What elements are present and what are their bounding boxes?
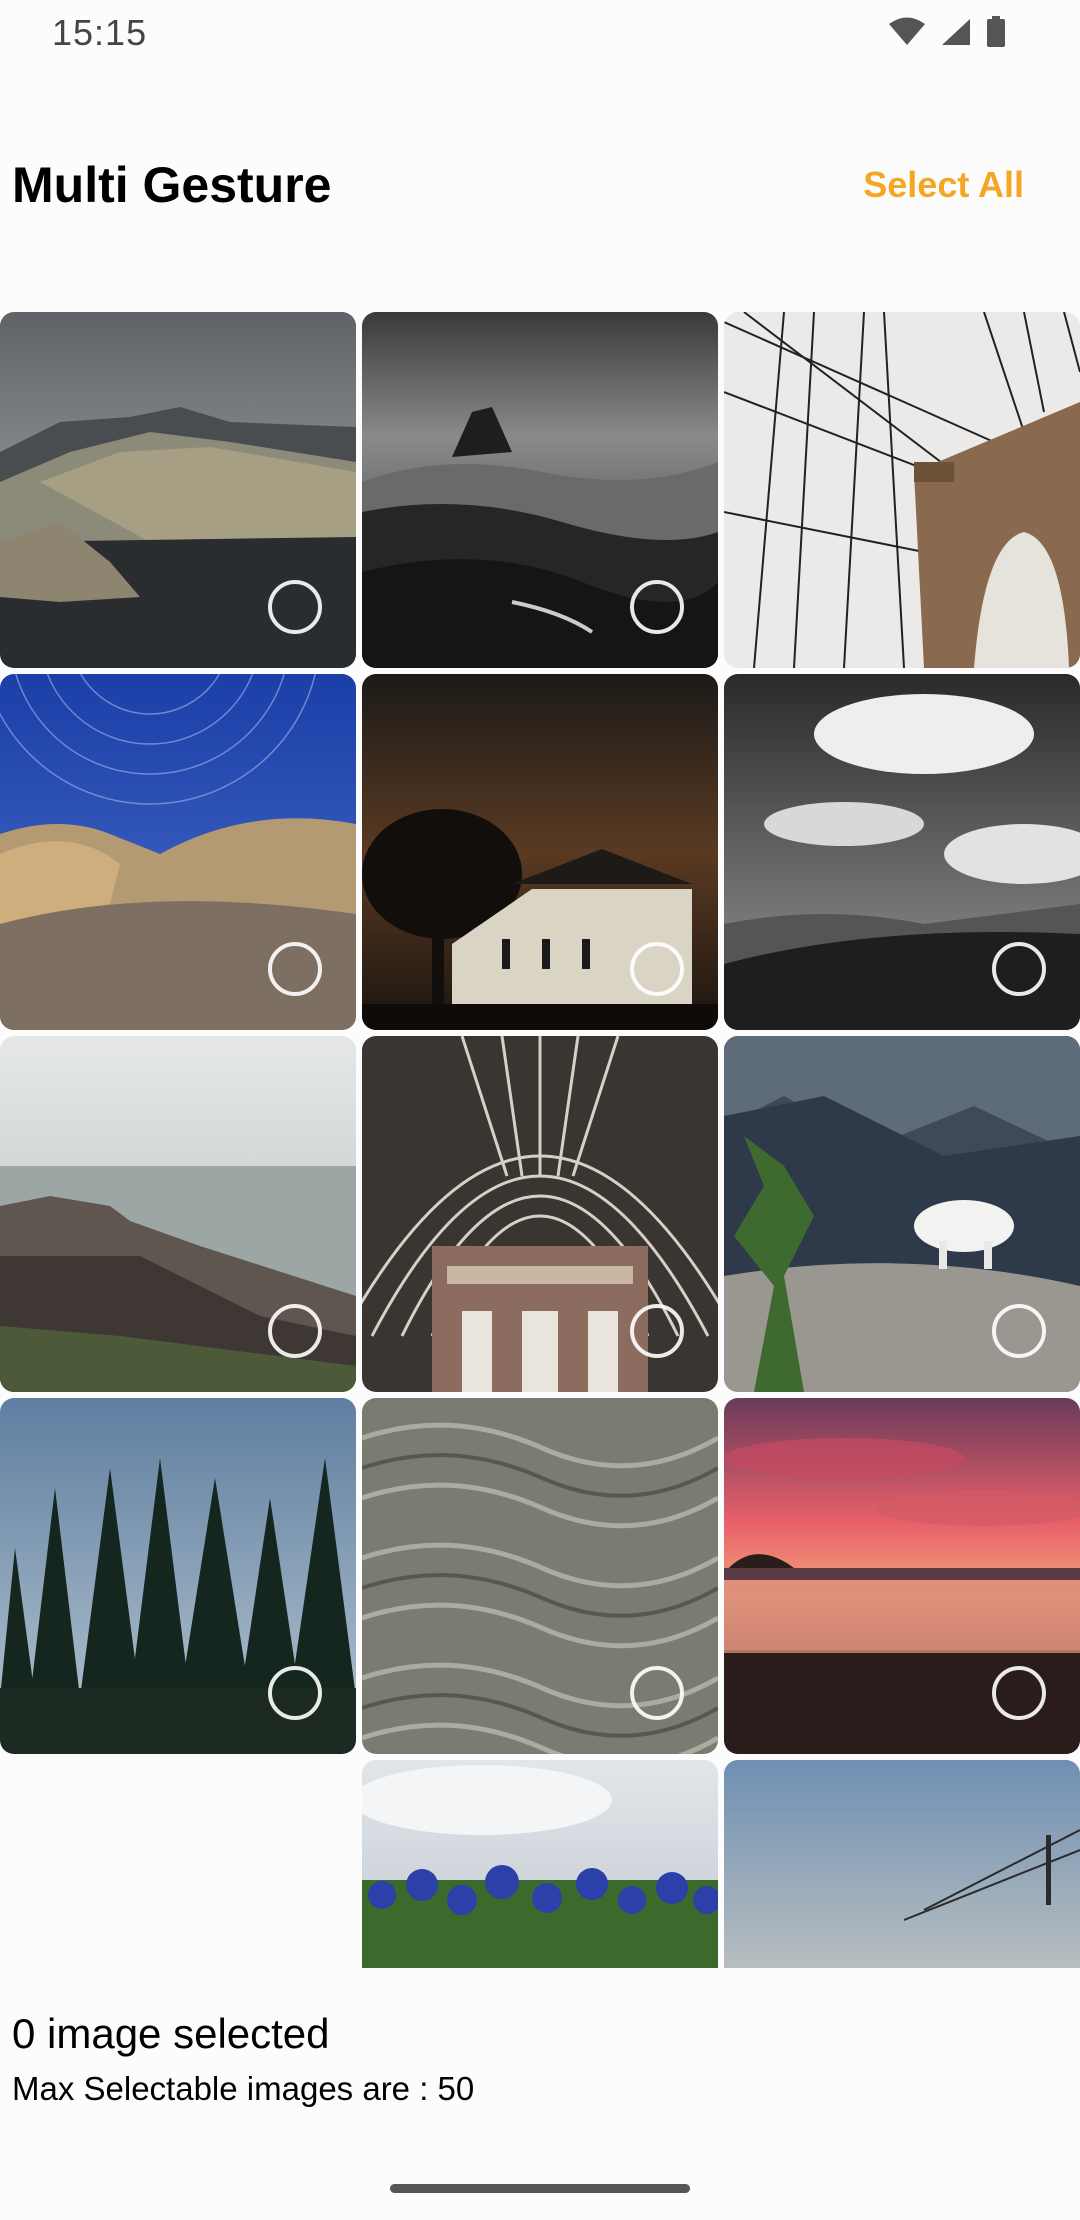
image-tile-empty [0,1760,356,1968]
home-indicator[interactable] [390,2184,690,2193]
selection-circle-icon[interactable] [992,1666,1046,1720]
image-tile[interactable] [724,1760,1080,1968]
power-lines-sky-photo [724,1760,1080,1968]
selected-count-text: 0 image selected [12,2010,330,2057]
image-grid [0,312,1080,1968]
selection-circle-icon[interactable] [992,1304,1046,1358]
selection-circle-icon[interactable] [268,942,322,996]
image-tile[interactable] [362,1760,718,1968]
selection-circle-icon[interactable] [992,942,1046,996]
selection-circle-icon[interactable] [268,1666,322,1720]
selection-circle-icon[interactable] [630,1666,684,1720]
app-bar: Multi Gesture Select All [0,140,1080,232]
page-title: Multi Gesture [12,157,332,213]
image-tile[interactable] [0,312,356,668]
battery-icon [987,16,1005,47]
image-tile[interactable] [362,1398,718,1754]
image-tile[interactable] [362,312,718,668]
selection-circle-icon[interactable] [268,1304,322,1358]
selection-circle-icon[interactable] [630,580,684,634]
image-tile[interactable] [0,674,356,1030]
selection-circle-icon[interactable] [630,1304,684,1358]
image-tile[interactable] [724,1036,1080,1392]
status-bar: 15:15 [0,0,1080,66]
select-all-button[interactable]: Select All [863,164,1024,206]
image-tile[interactable] [0,1398,356,1754]
selection-circle-icon[interactable] [268,580,322,634]
bluebonnets-field-photo [362,1760,718,1968]
wifi-icon [889,17,925,45]
selection-circle-icon[interactable] [630,942,684,996]
image-tile[interactable] [724,1398,1080,1754]
signal-icon [942,19,970,45]
image-tile[interactable] [0,1036,356,1392]
status-icons [888,16,1006,48]
image-tile[interactable] [362,674,718,1030]
image-tile[interactable] [724,312,1080,668]
max-selectable-text: Max Selectable images are : 50 [12,2070,475,2107]
status-time: 15:15 [52,12,148,53]
image-tile[interactable] [724,674,1080,1030]
image-tile[interactable] [362,1036,718,1392]
suspension-bridge-photo [724,312,1080,668]
